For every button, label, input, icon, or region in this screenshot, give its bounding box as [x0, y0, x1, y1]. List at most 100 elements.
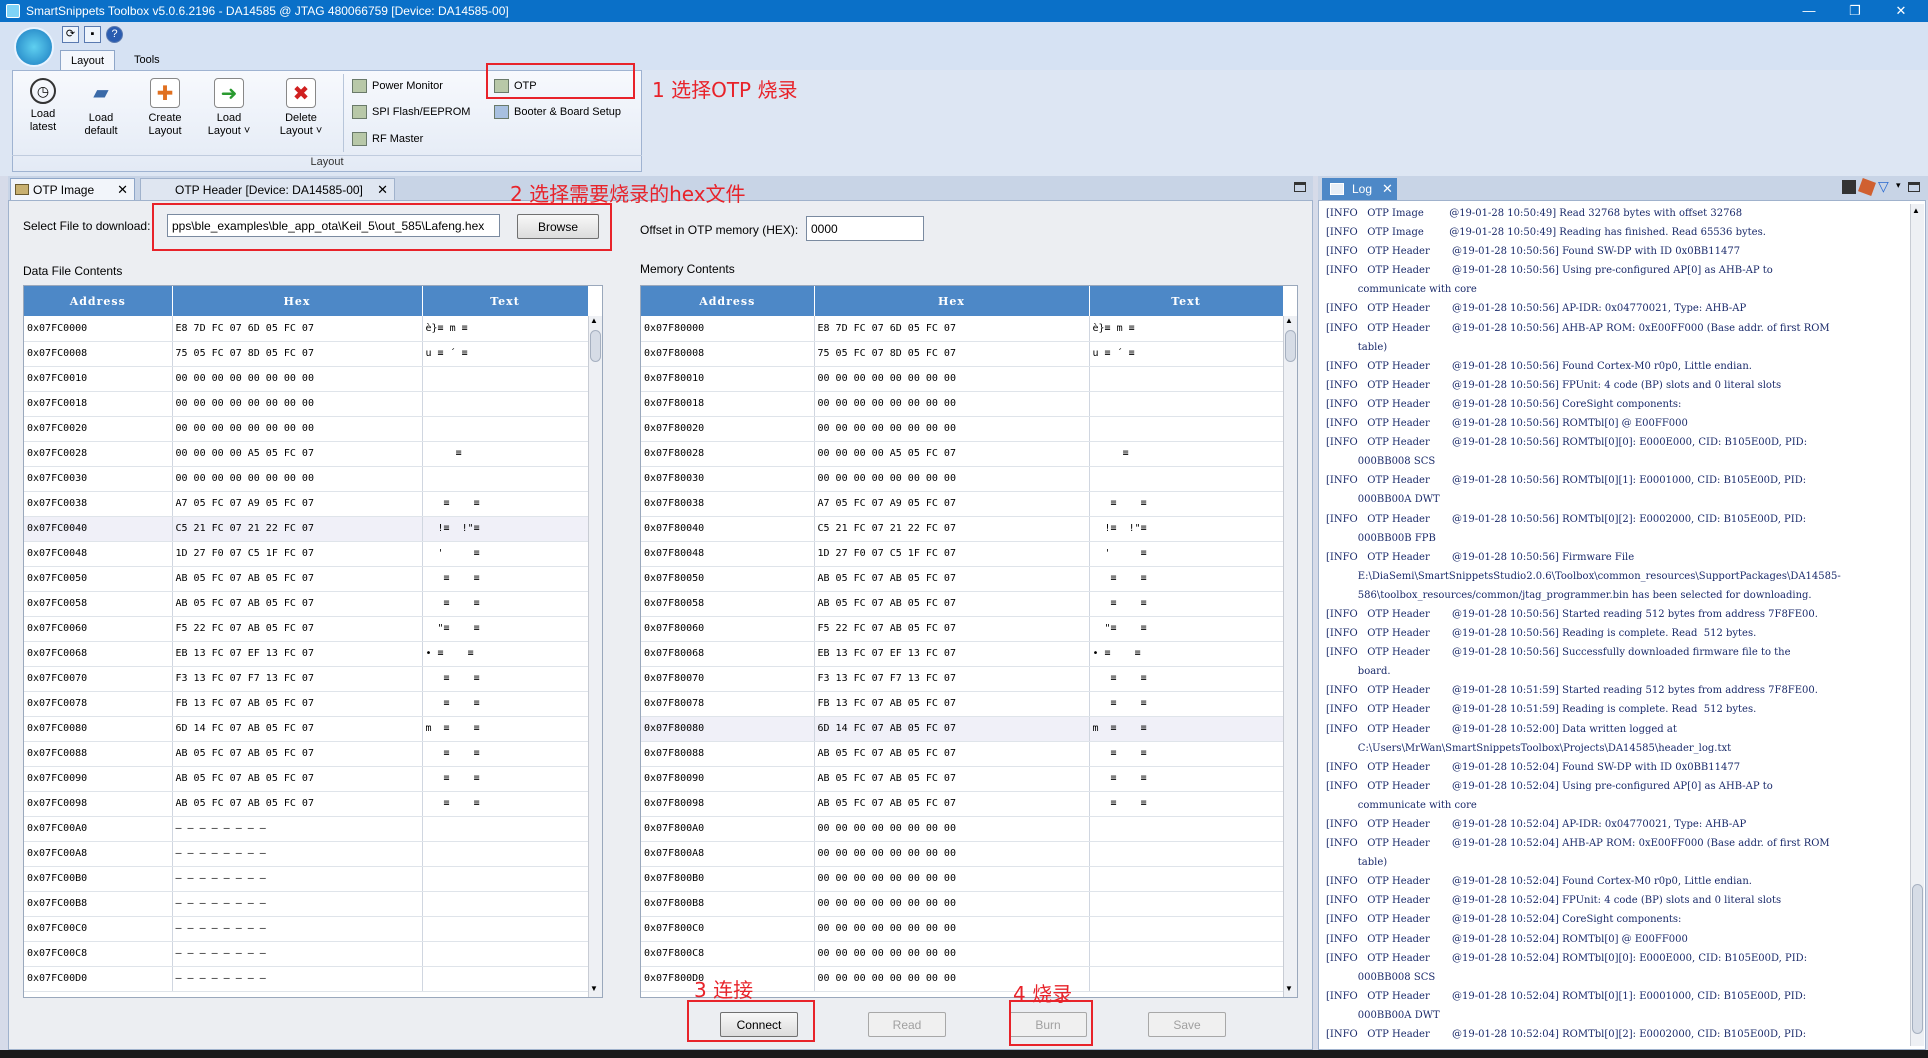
table-row[interactable]: 0x07F800B8 00 00 00 00 00 00 00 00 [641, 891, 1284, 917]
table-row[interactable]: 0x07F800B0 00 00 00 00 00 00 00 00 [641, 866, 1284, 892]
table-row[interactable]: 0x07FC00C8— — — — — — — — [24, 941, 589, 967]
table-row[interactable]: 0x07F800C0 00 00 00 00 00 00 00 00 [641, 916, 1284, 942]
restore-button[interactable]: ❐ [1832, 0, 1878, 22]
scroll-up-icon[interactable]: ▲ [590, 316, 598, 325]
close-otp-header-icon[interactable]: ✕ [377, 179, 388, 201]
table-row[interactable]: 0x07F80000 E8 7D FC 07 6D 05 FC 07 è}≡ m ≡ [641, 316, 1284, 342]
table-row[interactable]: 0x07F80088 AB 05 FC 07 AB 05 FC 07 ≡ ≡ [641, 741, 1284, 767]
save-icon[interactable]: ▪ [84, 26, 101, 43]
table-row[interactable]: 0x07FC00D0— — — — — — — — [24, 966, 589, 992]
table-row[interactable]: 0x07F80010 00 00 00 00 00 00 00 00 [641, 366, 1284, 392]
table-row[interactable]: 0x07FC0028 00 00 00 00 A5 05 FC 07 ≡ [24, 441, 589, 467]
log-menu-icon[interactable]: ▾ [1896, 180, 1901, 191]
table-row[interactable]: 0x07FC00B0— — — — — — — — [24, 866, 589, 892]
table-row[interactable]: 0x07F80098 AB 05 FC 07 AB 05 FC 07 ≡ ≡ [641, 791, 1284, 817]
table-row[interactable]: 0x07FC0068 EB 13 FC 07 EF 13 FC 07 • ≡ ≡ [24, 641, 589, 667]
application-menu-orb[interactable] [14, 27, 54, 67]
scroll-thumb[interactable] [1285, 330, 1296, 362]
close-otp-image-icon[interactable]: ✕ [117, 179, 128, 201]
ribbon-tab-tools[interactable]: Tools [124, 50, 170, 70]
table-row[interactable]: 0x07F80060 F5 22 FC 07 AB 05 FC 07 "≡ ≡ [641, 616, 1284, 642]
table-row[interactable]: 0x07F80048 1D 27 F0 07 C5 1F FC 07 ' ≡ [641, 541, 1284, 567]
table-row[interactable]: 0x07F80028 00 00 00 00 A5 05 FC 07 ≡ [641, 441, 1284, 467]
scroll-up-icon[interactable]: ▲ [1912, 206, 1920, 215]
ribbon-tab-layout[interactable]: Layout [60, 50, 116, 70]
close-log-icon[interactable]: ✕ [1382, 178, 1393, 200]
booter-board-setup-button[interactable]: Booter & Board Setup [492, 102, 638, 122]
col-text[interactable]: Text [422, 286, 589, 316]
table-row[interactable]: 0x07FC0090 AB 05 FC 07 AB 05 FC 07 ≡ ≡ [24, 766, 589, 792]
table-row[interactable]: 0x07F80080 6D 14 FC 07 AB 05 FC 07 m ≡ ≡ [641, 716, 1284, 742]
log-scrollbar[interactable]: ▲ [1910, 204, 1924, 1046]
table-row[interactable]: 0x07F80020 00 00 00 00 00 00 00 00 [641, 416, 1284, 442]
table-row[interactable]: 0x07FC0030 00 00 00 00 00 00 00 00 [24, 466, 589, 492]
scroll-thumb[interactable] [590, 330, 601, 362]
offset-input[interactable] [806, 216, 924, 241]
table-row[interactable]: 0x07FC0070 F3 13 FC 07 F7 13 FC 07 ≡ ≡ [24, 666, 589, 692]
table-row[interactable]: 0x07FC0098 AB 05 FC 07 AB 05 FC 07 ≡ ≡ [24, 791, 589, 817]
table-row[interactable]: 0x07FC0088 AB 05 FC 07 AB 05 FC 07 ≡ ≡ [24, 741, 589, 767]
col-address[interactable]: Address [24, 286, 173, 316]
table-row[interactable]: 0x07F80058 AB 05 FC 07 AB 05 FC 07 ≡ ≡ [641, 591, 1284, 617]
minimize-button[interactable]: — [1786, 0, 1832, 22]
table-row[interactable]: 0x07F80068 EB 13 FC 07 EF 13 FC 07 • ≡ ≡ [641, 641, 1284, 667]
filter-icon[interactable]: ▽ [1878, 178, 1889, 195]
power-monitor-button[interactable]: Power Monitor [350, 76, 480, 96]
table-row[interactable]: 0x07FC0080 6D 14 FC 07 AB 05 FC 07 m ≡ ≡ [24, 716, 589, 742]
table-row[interactable]: 0x07FC00A8— — — — — — — — [24, 841, 589, 867]
tab-otp-image[interactable]: OTP Image ✕ [10, 178, 135, 200]
table-row[interactable]: 0x07F80008 75 05 FC 07 8D 05 FC 07 u ≡ ´ ≡ [641, 341, 1284, 367]
table-row[interactable]: 0x07FC0020 00 00 00 00 00 00 00 00 [24, 416, 589, 442]
table-row[interactable]: 0x07FC00B8— — — — — — — — [24, 891, 589, 917]
data-file-scrollbar[interactable]: ▲ ▼ [588, 316, 602, 997]
table-row[interactable]: 0x07FC00C0— — — — — — — — [24, 916, 589, 942]
col-hex[interactable]: Hex [172, 286, 423, 316]
scroll-up-icon[interactable]: ▲ [1285, 316, 1293, 325]
table-row[interactable]: 0x07FC0008 75 05 FC 07 8D 05 FC 07 u ≡ ´ ≡ [24, 341, 589, 367]
data-file-grid[interactable]: Address Hex Text 0x07FC0000 E8 7D FC 07 6… [23, 285, 603, 998]
table-row[interactable]: 0x07F800C8 00 00 00 00 00 00 00 00 [641, 941, 1284, 967]
create-layout-button[interactable]: ✚ Create Layout [136, 76, 194, 146]
save-log-icon[interactable] [1842, 180, 1856, 194]
spi-flash-button[interactable]: SPI Flash/EEPROM [350, 102, 490, 122]
table-row[interactable]: 0x07F80050 AB 05 FC 07 AB 05 FC 07 ≡ ≡ [641, 566, 1284, 592]
load-latest-button[interactable]: ◷ Load latest [14, 76, 72, 146]
load-layout-button[interactable]: ➜ Load Layout ˅ [200, 76, 258, 146]
table-row[interactable]: 0x07FC0078 FB 13 FC 07 AB 05 FC 07 ≡ ≡ [24, 691, 589, 717]
table-row[interactable]: 0x07FC0038 A7 05 FC 07 A9 05 FC 07 ≡ ≡ [24, 491, 589, 517]
table-row[interactable]: 0x07F800A8 00 00 00 00 00 00 00 00 [641, 841, 1284, 867]
refresh-icon[interactable]: ⟳ [62, 26, 79, 43]
col-address[interactable]: Address [641, 286, 815, 316]
table-row[interactable]: 0x07FC0000 E8 7D FC 07 6D 05 FC 07 è}≡ m ≡ [24, 316, 589, 342]
table-row[interactable]: 0x07FC0048 1D 27 F0 07 C5 1F FC 07 ' ≡ [24, 541, 589, 567]
maximize-panel-icon[interactable] [1294, 182, 1306, 192]
table-row[interactable]: 0x07F80090 AB 05 FC 07 AB 05 FC 07 ≡ ≡ [641, 766, 1284, 792]
delete-layout-button[interactable]: ✖ Delete Layout ˅ [272, 76, 330, 146]
tab-otp-header[interactable]: OTP Header [Device: DA14585-00] ✕ [140, 178, 395, 200]
col-text[interactable]: Text [1089, 286, 1284, 316]
read-button[interactable]: Read [868, 1012, 946, 1037]
table-row[interactable]: 0x07FC0050 AB 05 FC 07 AB 05 FC 07 ≡ ≡ [24, 566, 589, 592]
table-row[interactable]: 0x07F80078 FB 13 FC 07 AB 05 FC 07 ≡ ≡ [641, 691, 1284, 717]
table-row[interactable]: 0x07FC0058 AB 05 FC 07 AB 05 FC 07 ≡ ≡ [24, 591, 589, 617]
table-row[interactable]: 0x07F800A0 00 00 00 00 00 00 00 00 [641, 816, 1284, 842]
help-icon[interactable]: ? [106, 26, 123, 43]
log-scroll-thumb[interactable] [1912, 884, 1923, 1034]
save-button[interactable]: Save [1148, 1012, 1226, 1037]
table-row[interactable]: 0x07F80070 F3 13 FC 07 F7 13 FC 07 ≡ ≡ [641, 666, 1284, 692]
table-row[interactable]: 0x07FC0060 F5 22 FC 07 AB 05 FC 07 "≡ ≡ [24, 616, 589, 642]
scroll-down-icon[interactable]: ▼ [1285, 984, 1293, 993]
table-row[interactable]: 0x07F80030 00 00 00 00 00 00 00 00 [641, 466, 1284, 492]
memory-grid[interactable]: Address Hex Text 0x07F80000 E8 7D FC 07 6… [640, 285, 1298, 998]
table-row[interactable]: 0x07FC0010 00 00 00 00 00 00 00 00 [24, 366, 589, 392]
load-default-button[interactable]: ▰ Load default [72, 76, 130, 146]
table-row[interactable]: 0x07FC0018 00 00 00 00 00 00 00 00 [24, 391, 589, 417]
maximize-log-icon[interactable] [1908, 182, 1920, 192]
col-hex[interactable]: Hex [814, 286, 1090, 316]
rf-master-button[interactable]: RF Master [350, 129, 450, 149]
table-row[interactable]: 0x07F80038 A7 05 FC 07 A9 05 FC 07 ≡ ≡ [641, 491, 1284, 517]
memory-scrollbar[interactable]: ▲ ▼ [1283, 316, 1297, 997]
scroll-down-icon[interactable]: ▼ [590, 984, 598, 993]
close-window-button[interactable]: ✕ [1878, 0, 1924, 22]
table-row[interactable]: 0x07FC00A0— — — — — — — — [24, 816, 589, 842]
